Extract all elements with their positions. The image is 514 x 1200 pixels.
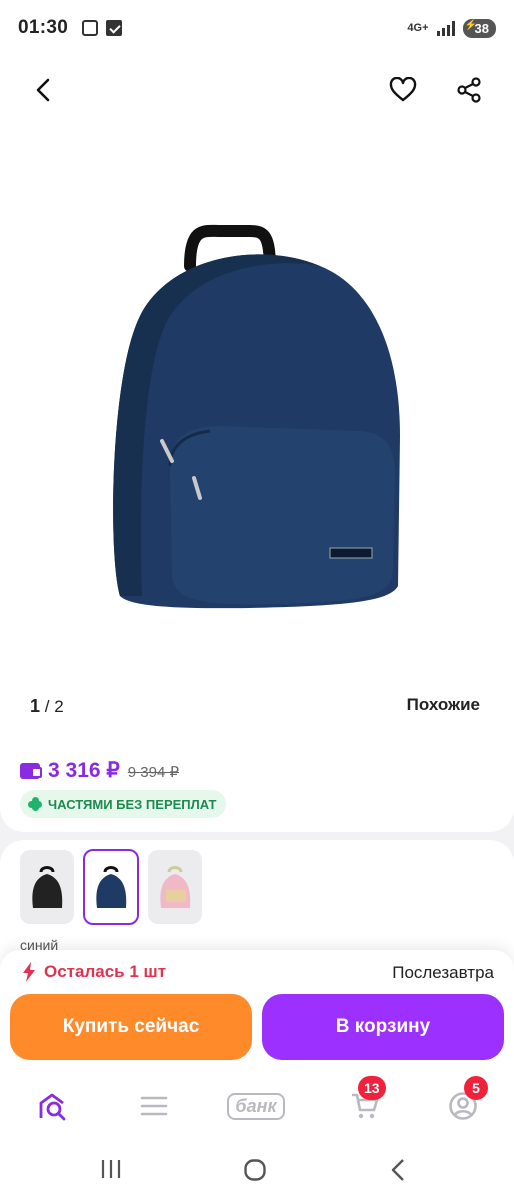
backpack-blue-image (96, 866, 127, 908)
product-image[interactable] (100, 176, 410, 616)
tab-cart[interactable]: 13 (342, 1076, 388, 1126)
bottom-tab-bar: банк 13 5 (0, 1072, 514, 1140)
status-bar: 01:30 4G+ 38 (0, 0, 514, 56)
home-circle-icon[interactable] (243, 1158, 267, 1182)
favorite-button[interactable] (383, 70, 423, 110)
system-nav-bar (0, 1140, 514, 1200)
price-row: 3 316 ₽ 9 394 ₽ (20, 758, 179, 783)
lightning-icon (23, 962, 35, 982)
screenshot-icon (82, 20, 99, 36)
installment-badge[interactable]: ЧАСТЯМИ БЕЗ ПЕРЕПЛАТ (20, 790, 227, 818)
bank-logo: банк (227, 1092, 285, 1120)
variant-thumb-pink[interactable] (148, 850, 202, 924)
backpack-pink-image (160, 866, 191, 908)
pager-total: / 2 (44, 697, 64, 716)
chevron-left-icon (36, 78, 50, 102)
variant-thumb-blue[interactable] (83, 849, 139, 925)
tab-bank[interactable]: банк (222, 1086, 290, 1126)
menu-icon (140, 1096, 168, 1116)
purchase-panel: Осталась 1 шт Послезавтра Купить сейчас … (0, 950, 514, 1072)
old-price: 9 394 ₽ (127, 764, 179, 781)
share-button[interactable] (449, 70, 489, 110)
clover-icon (28, 797, 42, 811)
network-type: 4G+ (407, 22, 429, 34)
tab-profile[interactable]: 5 (440, 1076, 488, 1126)
system-back-icon[interactable] (390, 1158, 406, 1182)
cart-badge: 13 (358, 1076, 386, 1100)
back-button[interactable] (24, 70, 64, 110)
stock-label: Осталась 1 шт (44, 962, 167, 981)
profile-badge: 5 (464, 1076, 488, 1100)
product-card: 1 / 2 Похожие 3 316 ₽ 9 394 ₽ ЧАСТЯМИ БЕ… (0, 56, 514, 832)
delivery-date: Послезавтра (392, 963, 494, 982)
tab-catalog[interactable] (131, 1086, 177, 1126)
image-pager: 1 / 2 (30, 696, 64, 717)
buy-now-button[interactable]: Купить сейчас (10, 994, 252, 1060)
variant-thumb-black[interactable] (20, 850, 74, 924)
backpack-black-image (32, 866, 63, 908)
task-check-icon (106, 20, 123, 36)
similar-link[interactable]: Похожие (407, 695, 480, 715)
home-search-icon (39, 1093, 66, 1121)
stock-info: Осталась 1 шт (22, 962, 166, 982)
add-to-cart-button[interactable]: В корзину (262, 994, 504, 1060)
installment-label: ЧАСТЯМИ БЕЗ ПЕРЕПЛАТ (48, 796, 217, 812)
signal-icon (436, 20, 455, 36)
pager-current: 1 (30, 696, 41, 716)
tab-home[interactable] (30, 1086, 76, 1126)
recent-apps-icon[interactable] (100, 1158, 122, 1180)
battery-indicator: 38 (462, 18, 496, 38)
wallet-icon (20, 763, 42, 779)
current-price: 3 316 ₽ (48, 759, 120, 782)
status-time: 01:30 (18, 17, 69, 38)
heart-icon (389, 77, 417, 102)
share-icon (457, 77, 481, 103)
